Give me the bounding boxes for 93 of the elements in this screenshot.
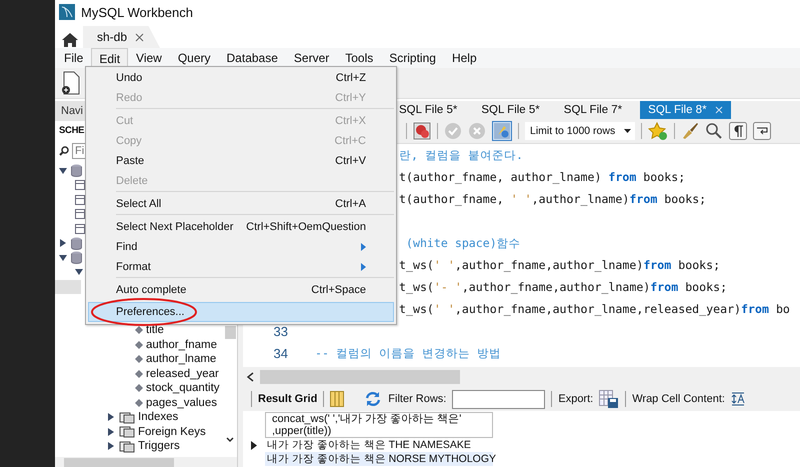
table-cell[interactable]: 내가 가장 좋아하는 책은 THE NAMESAKE [265, 438, 493, 452]
menu-item[interactable]: Paste Ctrl+V [88, 151, 394, 171]
code-line: t_ws(' ',author_fname,author_lname,released_year)from bo [399, 302, 790, 316]
filter-field[interactable] [452, 390, 546, 408]
app-logo-icon [59, 4, 75, 20]
folder-icon [119, 410, 135, 424]
tree-item-label[interactable]: pages_values [146, 396, 217, 409]
word-wrap-icon[interactable] [753, 122, 771, 140]
home-icon[interactable] [61, 32, 79, 48]
tree-item-label[interactable]: Indexes [138, 411, 178, 424]
collapse-arrow-icon[interactable] [75, 268, 83, 276]
line-number: 34 [272, 346, 288, 360]
filter-label: Filter Rows: [388, 393, 446, 405]
wrap-label: Wrap Cell Content: [632, 393, 725, 405]
toggle-button[interactable] [492, 121, 512, 141]
search-icon [59, 146, 69, 156]
grid-icon[interactable] [330, 391, 344, 407]
database-icon [71, 164, 82, 178]
tree-item-label[interactable]: author_fname [146, 338, 217, 351]
editor-tab[interactable]: SQL File 7* [558, 101, 628, 119]
menu-item[interactable]: Scripting [381, 48, 444, 68]
broom-icon[interactable] [681, 122, 699, 140]
search-icon[interactable] [705, 122, 723, 140]
tree-item-label[interactable]: title [146, 324, 164, 336]
menu-item[interactable]: Find [88, 237, 394, 257]
database-icon [71, 236, 82, 250]
database-icon [71, 251, 82, 264]
limit-rows-dropdown[interactable]: Limit to 1000 rows [525, 122, 635, 140]
tree-item-label[interactable]: Triggers [138, 440, 180, 452]
editor-tab[interactable]: SQL File 5* [475, 101, 546, 119]
submenu-arrow-icon [361, 243, 366, 251]
add-snippet-star-icon[interactable] [648, 122, 668, 140]
pilcrow-icon[interactable] [729, 122, 747, 140]
scrollbar-thumb[interactable] [225, 326, 236, 339]
scroll-down-icon[interactable] [226, 437, 234, 443]
editor-tab[interactable]: SQL File 8* [640, 101, 731, 119]
menu-item[interactable]: Server [286, 48, 338, 68]
tree-item-label[interactable]: stock_quantity [146, 382, 220, 394]
code-line: t_ws(' ',author_fname,author_lname)from books; [399, 258, 720, 272]
code-line: 란, 컬럼을 붙여준다. [399, 148, 523, 162]
collapse-arrow-icon[interactable] [59, 166, 67, 175]
tree-item-label[interactable]: author_lname [146, 353, 216, 366]
window-title: MySQL Workbench [81, 4, 193, 20]
table-icon [75, 224, 85, 234]
menu-item[interactable]: Auto complete Ctrl+Space [88, 280, 394, 300]
tree-item-label[interactable]: Foreign Keys [138, 426, 206, 438]
expand-arrow-icon[interactable] [107, 428, 115, 436]
code-line: -- 컬럼의 이름을 변경하는 방법 [314, 346, 501, 360]
folder-icon [119, 425, 135, 438]
scroll-left-icon[interactable] [246, 372, 254, 382]
code-line: (white space)함수 [404, 236, 521, 250]
scrollbar[interactable] [243, 367, 800, 387]
menu-item[interactable]: Preferences... [88, 302, 394, 322]
menu-item[interactable]: Tools [337, 48, 382, 68]
table-icon [75, 194, 85, 205]
folder-icon [119, 440, 135, 453]
stop-execution-icon[interactable] [413, 122, 431, 140]
menu-item[interactable]: File [56, 48, 92, 68]
commit-check-icon[interactable] [444, 122, 462, 140]
caret-icon [624, 129, 631, 133]
code-line: t(author_fname, author_lname) from books; [399, 170, 686, 184]
tab-label[interactable]: Result Grid [258, 393, 318, 405]
menu-item[interactable]: View [128, 48, 170, 68]
expand-arrow-icon[interactable] [59, 239, 67, 248]
menu-item[interactable]: Help [444, 48, 485, 68]
wrap-text-icon[interactable] [730, 392, 745, 406]
editor-tab[interactable]: SQL File 5* [393, 101, 464, 119]
line-number: 33 [272, 324, 288, 338]
menu-item[interactable]: Select All Ctrl+A [88, 194, 394, 214]
menu-item[interactable]: Edit [91, 48, 128, 68]
menu-item[interactable]: Format [88, 257, 394, 277]
menu-item[interactable]: Undo Ctrl+Z [88, 68, 394, 88]
section-label: SCHE [58, 124, 84, 138]
export-icon[interactable] [599, 390, 620, 408]
menu-item[interactable]: Select Next Placeholder Ctrl+Shift+OemQuestion [88, 217, 394, 237]
expand-arrow-icon[interactable] [107, 413, 115, 422]
table-icon [75, 209, 85, 220]
menu-item[interactable]: Query [170, 48, 219, 68]
new-sql-file-icon[interactable] [61, 71, 81, 95]
scrollbar[interactable] [55, 457, 237, 467]
code-line: t(author_fname, ' ',author_lname)from books; [399, 192, 706, 206]
submenu-arrow-icon [361, 263, 366, 271]
connection-tab[interactable]: sh-db [83, 26, 160, 48]
collapse-arrow-icon[interactable] [59, 254, 67, 262]
code-line: t_ws('- ',author_fname,author_lname)from books; [399, 280, 728, 294]
close-icon[interactable] [135, 32, 144, 42]
expand-arrow-icon[interactable] [107, 442, 115, 450]
menu-item[interactable]: Database [218, 48, 286, 68]
table-icon [75, 180, 85, 190]
tree-item-label[interactable]: released_year [146, 368, 219, 380]
export-label: Export: [558, 393, 594, 405]
refresh-icon[interactable] [364, 391, 382, 407]
column-header[interactable]: concat_ws(' ','내가 가장 좋아하는 책은' ,upper(title)) [265, 412, 493, 438]
